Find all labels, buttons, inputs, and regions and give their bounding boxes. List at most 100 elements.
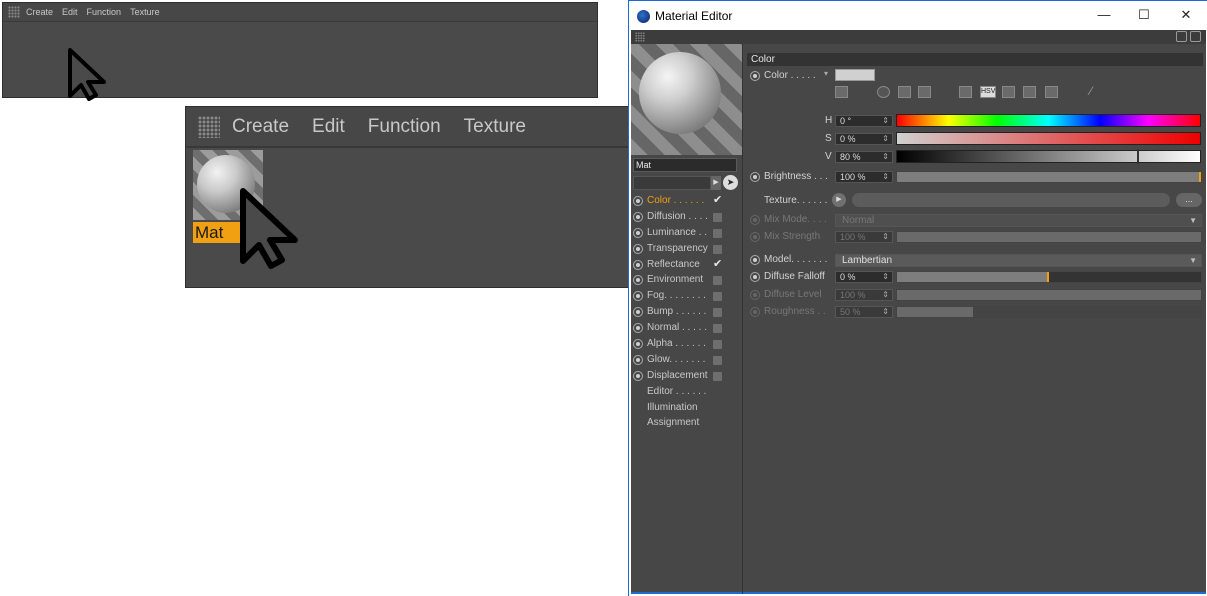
- menu-create[interactable]: Create: [26, 7, 53, 17]
- channel-checkbox[interactable]: [713, 340, 722, 350]
- channel-checkbox[interactable]: [713, 276, 722, 286]
- mix-mode-animate-radio[interactable]: [750, 215, 760, 225]
- brightness-slider[interactable]: [896, 171, 1202, 183]
- texture-slot[interactable]: [852, 193, 1170, 207]
- menu-texture[interactable]: Texture: [464, 116, 526, 138]
- spectrum-icon[interactable]: [898, 86, 911, 98]
- channel-checkbox[interactable]: [713, 308, 722, 318]
- menu-function[interactable]: Function: [368, 116, 441, 138]
- channel-animate-radio[interactable]: [633, 211, 643, 222]
- channel-row[interactable]: Normal . . . . .: [631, 321, 743, 337]
- diffuse-falloff-field[interactable]: 0 % ⇕: [835, 271, 893, 283]
- channel-animate-radio[interactable]: [633, 307, 643, 318]
- model-animate-radio[interactable]: [750, 255, 760, 265]
- material-preview[interactable]: [631, 44, 742, 155]
- channel-animate-radio[interactable]: [633, 339, 643, 350]
- channel-checkbox[interactable]: [713, 355, 722, 365]
- play-arrow-icon[interactable]: ▶: [711, 176, 721, 190]
- swatches-mode-icon[interactable]: [1045, 86, 1058, 98]
- menu-function[interactable]: Function: [87, 7, 122, 17]
- kelvin-mode-icon[interactable]: [1002, 86, 1015, 98]
- material-sub-field[interactable]: [633, 176, 711, 190]
- roughness-animate-radio[interactable]: [750, 307, 760, 317]
- material-name-field[interactable]: Mat: [633, 158, 737, 172]
- channel-row[interactable]: Fog. . . . . . . .: [631, 289, 743, 305]
- channel-animate-radio[interactable]: [633, 243, 643, 254]
- mixer-mode-icon[interactable]: [1023, 86, 1036, 98]
- channel-checkbox[interactable]: [713, 324, 722, 334]
- channel-row[interactable]: Luminance . .: [631, 226, 743, 242]
- diffuse-level-field[interactable]: 100 % ⇕: [835, 289, 893, 301]
- new-panel-icon[interactable]: [1190, 31, 1201, 42]
- diffuse-level-animate-radio[interactable]: [750, 290, 760, 300]
- mix-strength-animate-radio[interactable]: [750, 232, 760, 242]
- color-picker-mode-icon[interactable]: [835, 86, 848, 98]
- channel-animate-radio[interactable]: [633, 275, 643, 286]
- channel-row[interactable]: Glow. . . . . . .: [631, 353, 743, 369]
- hue-field[interactable]: 0 ° ⇕: [835, 115, 893, 127]
- channel-row[interactable]: Displacement: [631, 369, 743, 385]
- value-gradient-slider[interactable]: [896, 149, 1201, 164]
- value-slider-handle[interactable]: [1137, 149, 1140, 164]
- grip-icon[interactable]: [635, 32, 645, 42]
- minimize-button[interactable]: —: [1089, 7, 1119, 22]
- menu-create[interactable]: Create: [232, 116, 289, 138]
- roughness-slider[interactable]: [896, 306, 1202, 318]
- eyedropper-icon[interactable]: ⁄: [1090, 84, 1092, 98]
- channel-row[interactable]: Bump . . . . . .: [631, 305, 743, 321]
- value-field[interactable]: 80 % ⇕: [835, 151, 893, 163]
- hsv-mode-button[interactable]: HSV: [980, 86, 996, 98]
- mix-strength-slider[interactable]: [896, 231, 1202, 243]
- menu-edit[interactable]: Edit: [312, 116, 345, 138]
- mix-mode-dropdown[interactable]: Normal ▼: [835, 214, 1202, 227]
- checkmark-icon[interactable]: ✔: [713, 193, 722, 206]
- saturation-field[interactable]: 0 % ⇕: [835, 133, 893, 145]
- channel-animate-radio[interactable]: [633, 259, 643, 270]
- channel-row[interactable]: Diffusion . . . .: [631, 210, 743, 226]
- channel-row[interactable]: Color . . . . . . ✔: [631, 194, 743, 210]
- maximize-button[interactable]: ☐: [1129, 7, 1159, 23]
- color-swatch[interactable]: [835, 69, 875, 81]
- diffuse-level-slider[interactable]: [896, 289, 1202, 301]
- title-bar[interactable]: Material Editor — ☐ ✕: [629, 0, 1207, 30]
- diffuse-falloff-slider[interactable]: [896, 271, 1202, 283]
- channel-animate-radio[interactable]: [633, 370, 643, 381]
- texture-play-icon[interactable]: ▶: [832, 193, 846, 207]
- mix-strength-field[interactable]: 100 % ⇕: [835, 231, 893, 243]
- sidebar-item[interactable]: Illumination: [631, 401, 743, 417]
- close-button[interactable]: ✕: [1171, 7, 1201, 23]
- channel-row[interactable]: Transparency: [631, 242, 743, 258]
- diffuse-falloff-animate-radio[interactable]: [750, 272, 760, 282]
- saturation-gradient-slider[interactable]: [896, 132, 1201, 145]
- menu-edit[interactable]: Edit: [62, 7, 78, 17]
- channel-row[interactable]: Alpha . . . . . .: [631, 337, 743, 353]
- lock-icon[interactable]: [1176, 31, 1187, 42]
- sidebar-item[interactable]: Editor . . . . . .: [631, 385, 743, 401]
- brightness-field[interactable]: 100 % ⇕: [835, 171, 893, 183]
- color-wheel-icon[interactable]: [877, 86, 890, 98]
- channel-checkbox[interactable]: [713, 244, 722, 254]
- grip-icon[interactable]: [198, 115, 220, 138]
- image-picker-icon[interactable]: [918, 86, 931, 98]
- channel-checkbox[interactable]: [713, 371, 722, 381]
- channel-animate-radio[interactable]: [633, 354, 643, 365]
- color-expand-chevron-icon[interactable]: ▾: [824, 69, 828, 78]
- channel-animate-radio[interactable]: [633, 196, 643, 206]
- channel-row[interactable]: Environment: [631, 273, 743, 289]
- rgb-mode-icon[interactable]: [959, 86, 972, 98]
- sidebar-item[interactable]: Assignment: [631, 416, 743, 432]
- roughness-field[interactable]: 50 % ⇕: [835, 306, 893, 318]
- hue-gradient-slider[interactable]: [896, 114, 1201, 127]
- channel-checkbox[interactable]: [713, 228, 722, 238]
- channel-checkbox[interactable]: [713, 212, 722, 222]
- channel-animate-radio[interactable]: [633, 291, 643, 302]
- channel-row[interactable]: Reflectance ✔: [631, 258, 743, 274]
- menu-texture[interactable]: Texture: [130, 7, 160, 17]
- channel-checkbox[interactable]: [713, 292, 722, 302]
- model-dropdown[interactable]: Lambertian ▼: [835, 254, 1202, 267]
- grip-icon[interactable]: [8, 6, 20, 18]
- brightness-animate-radio[interactable]: [750, 172, 760, 182]
- color-animate-radio[interactable]: [750, 71, 760, 81]
- pointer-pick-icon[interactable]: ➤: [723, 175, 738, 190]
- texture-more-button[interactable]: ...: [1176, 193, 1202, 207]
